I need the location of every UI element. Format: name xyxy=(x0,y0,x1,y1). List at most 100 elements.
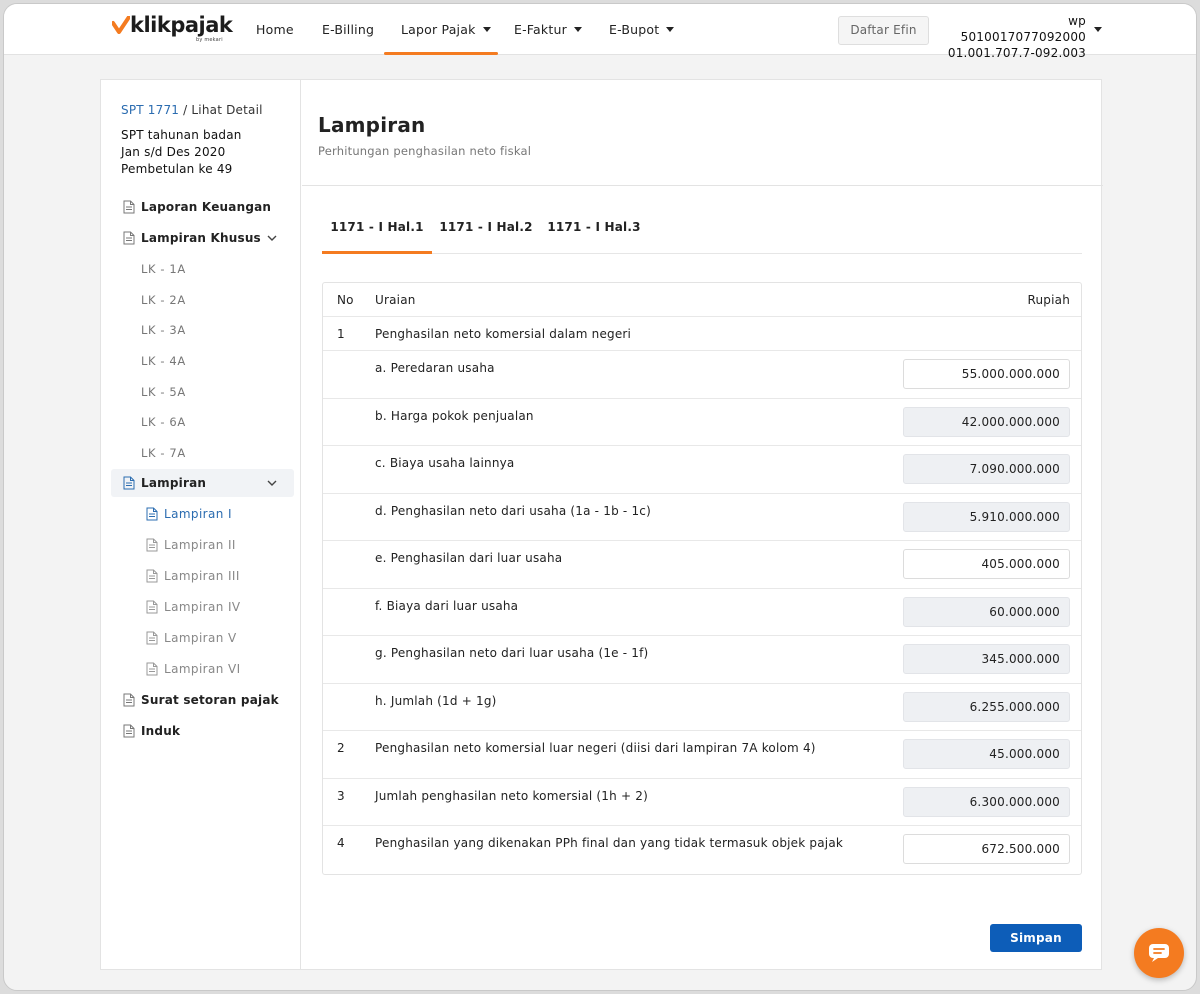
sidebar-subitem-lk-6a[interactable]: LK - 6A xyxy=(141,408,186,436)
table-row: e. Penghasilan dari luar usaha 405.000.0… xyxy=(323,541,1081,589)
caret-down-icon xyxy=(666,27,675,32)
app-window: klikpajak by mekari Home E-Billing Lapor… xyxy=(3,3,1197,991)
breadcrumb-separator: / xyxy=(179,103,192,117)
amount-field-jumlah: 6.255.000.000 xyxy=(903,691,1070,722)
sidebar-subitem-lampiran-vi[interactable]: Lampiran VI xyxy=(101,655,301,683)
document-icon xyxy=(123,231,135,245)
spt-info: SPT tahunan badan Jan s/d Des 2020 Pembe… xyxy=(121,127,242,178)
sidebar-subitem-label: Lampiran VI xyxy=(164,662,241,676)
amount-input-peredaran-usaha[interactable]: 55.000.000.000 xyxy=(903,359,1070,389)
caret-down-icon xyxy=(482,27,491,32)
nav-e-faktur[interactable]: E-Faktur xyxy=(514,4,582,55)
table-row: g. Penghasilan neto dari luar usaha (1e … xyxy=(323,636,1081,684)
spt-revision: Pembetulan ke 49 xyxy=(121,162,233,176)
breadcrumb-current: Lihat Detail xyxy=(191,103,263,117)
row-description: g. Penghasilan neto dari luar usaha (1e … xyxy=(375,646,649,660)
tab-hal-3[interactable]: 1171 - I Hal.3 xyxy=(544,214,644,254)
chat-bubble-icon xyxy=(1149,944,1169,962)
table-row: h. Jumlah (1d + 1g) 6.255.000.000 xyxy=(323,684,1081,731)
nav-lapor-pajak[interactable]: Lapor Pajak xyxy=(401,4,491,55)
nav-lapor-pajak-label: Lapor Pajak xyxy=(401,22,476,37)
sidebar-subitem-lampiran-i[interactable]: Lampiran I xyxy=(101,500,301,528)
nav-home-label: Home xyxy=(256,22,294,37)
page-title: Lampiran xyxy=(318,113,426,137)
document-icon xyxy=(123,200,135,214)
sidebar-subitem-lk-2a[interactable]: LK - 2A xyxy=(141,286,186,314)
amount-field-biaya-luar-usaha: 60.000.000 xyxy=(903,596,1070,627)
amount-field-harga-pokok: 42.000.000.000 xyxy=(903,406,1070,437)
save-button[interactable]: Simpan xyxy=(990,924,1082,952)
document-icon xyxy=(146,507,158,521)
chat-support-button[interactable] xyxy=(1134,928,1184,978)
amount-input-pph-final[interactable]: 672.500.000 xyxy=(903,834,1070,864)
amount-field-neto-luar-usaha: 345.000.000 xyxy=(903,644,1070,674)
table-row: 2 Penghasilan neto komersial luar negeri… xyxy=(323,731,1081,779)
document-icon xyxy=(123,693,135,707)
sidebar-subitem-lk-5a[interactable]: LK - 5A xyxy=(141,378,186,406)
row-description: Penghasilan neto komersial dalam negeri xyxy=(375,327,632,341)
row-description: d. Penghasilan neto dari usaha (1a - 1b … xyxy=(375,503,651,518)
sidebar-item-lampiran-khusus[interactable]: Lampiran Khusus xyxy=(101,224,301,252)
sidebar-item-induk[interactable]: Induk xyxy=(101,717,301,745)
row-description: e. Penghasilan dari luar usaha xyxy=(375,551,563,565)
sidebar-item-label: Surat setoran pajak xyxy=(141,693,279,707)
sidebar-subitem-lampiran-iv[interactable]: Lampiran IV xyxy=(101,593,301,621)
table-row: c. Biaya usaha lainnya 7.090.000.000 xyxy=(323,446,1081,494)
sidebar-subitem-lk-1a[interactable]: LK - 1A xyxy=(141,255,186,283)
caret-down-icon xyxy=(573,27,582,32)
table-row: 3 Jumlah penghasilan neto komersial (1h … xyxy=(323,779,1081,826)
nav-home[interactable]: Home xyxy=(256,4,294,55)
sidebar-item-surat-setoran-pajak[interactable]: Surat setoran pajak xyxy=(101,686,301,714)
tab-hal-1[interactable]: 1171 - I Hal.1 xyxy=(322,214,432,254)
lampiran-table: No Uraian Rupiah 1 Penghasilan neto kome… xyxy=(322,282,1082,875)
brand-name: klikpajak xyxy=(130,13,233,37)
sidebar-item-lampiran[interactable]: Lampiran xyxy=(101,469,301,497)
sidebar-subitem-label: Lampiran I xyxy=(164,507,232,521)
page-subtitle: Perhitungan penghasilan neto fiskal xyxy=(318,144,532,158)
sidebar-item-label: Lampiran xyxy=(141,476,207,490)
sidebar-subitem-lampiran-iii[interactable]: Lampiran III xyxy=(101,562,301,590)
amount-field-luar-negeri: 45.000.000 xyxy=(903,739,1070,769)
sidebar-subitem-label: Lampiran II xyxy=(164,538,236,552)
chevron-down-icon[interactable] xyxy=(266,232,278,244)
sidebar-subitem-lampiran-ii[interactable]: Lampiran II xyxy=(101,531,301,559)
sidebar-subitem-lk-7a[interactable]: LK - 7A xyxy=(141,439,186,467)
sidebar-subitem-label: Lampiran IV xyxy=(164,600,241,614)
row-number: 3 xyxy=(337,788,345,803)
tab-hal-2[interactable]: 1171 - I Hal.2 xyxy=(436,214,536,254)
account-caret-down-icon[interactable] xyxy=(1094,27,1102,32)
sidebar-item-label: Lampiran Khusus xyxy=(141,231,261,245)
document-icon xyxy=(146,538,158,552)
account-npwp: 01.001.707.7-092.003 xyxy=(947,46,1086,60)
nav-e-bupot[interactable]: E-Bupot xyxy=(609,4,675,55)
document-icon xyxy=(123,724,135,738)
chevron-down-icon[interactable] xyxy=(266,477,278,489)
sidebar-subitem-label: Lampiran V xyxy=(164,631,237,645)
sidebar-item-label: Laporan Keuangan xyxy=(141,200,272,214)
table-row: d. Penghasilan neto dari usaha (1a - 1b … xyxy=(323,494,1081,541)
sidebar-subitem-lampiran-v[interactable]: Lampiran V xyxy=(101,624,301,652)
row-number: 1 xyxy=(337,327,345,341)
nav-e-bupot-label: E-Bupot xyxy=(609,22,660,37)
row-description: b. Harga pokok penjualan xyxy=(375,408,534,423)
row-description: Penghasilan yang dikenakan PPh final dan… xyxy=(375,836,844,850)
sidebar-subitem-lk-4a[interactable]: LK - 4A xyxy=(141,347,186,375)
document-icon xyxy=(146,600,158,614)
breadcrumb-link-spt[interactable]: SPT 1771 xyxy=(121,103,179,117)
top-navbar: klikpajak by mekari Home E-Billing Lapor… xyxy=(4,4,1196,60)
amount-input-luar-usaha[interactable]: 405.000.000 xyxy=(903,549,1070,579)
account-name: wp 5010017077092000 xyxy=(960,14,1086,44)
nav-active-indicator xyxy=(384,52,498,55)
document-icon xyxy=(146,631,158,645)
account-menu[interactable]: wp 5010017077092000 01.001.707.7-092.003 xyxy=(940,13,1086,61)
content-header: Lampiran Perhitungan penghasilan neto fi… xyxy=(302,80,1103,186)
nav-e-faktur-label: E-Faktur xyxy=(514,22,567,37)
sidebar-item-laporan-keuangan[interactable]: Laporan Keuangan xyxy=(101,193,301,221)
row-description: Penghasilan neto komersial luar negeri (… xyxy=(375,741,816,755)
amount-field-jumlah-komersial: 6.300.000.000 xyxy=(903,786,1070,817)
row-description: Jumlah penghasilan neto komersial (1h + … xyxy=(375,788,648,803)
daftar-efin-button[interactable]: Daftar Efin xyxy=(838,16,929,45)
nav-e-billing[interactable]: E-Billing xyxy=(322,4,374,55)
main-card: SPT 1771 / Lihat Detail SPT tahunan bada… xyxy=(100,79,1103,970)
sidebar-subitem-lk-3a[interactable]: LK - 3A xyxy=(141,316,186,344)
